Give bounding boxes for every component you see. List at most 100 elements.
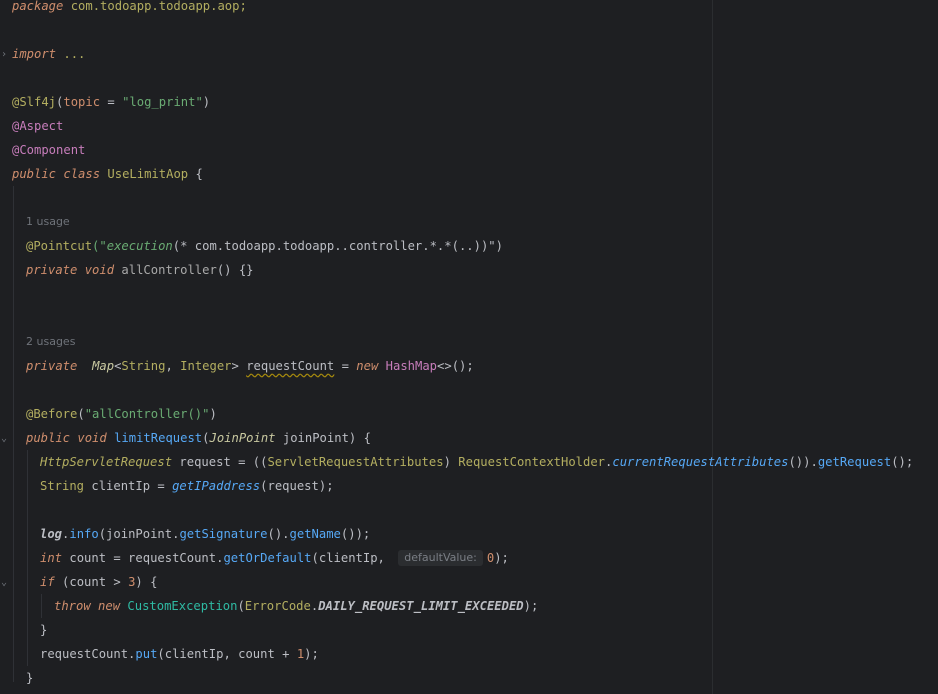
code-text: ) bbox=[443, 455, 459, 469]
type-name: HttpServletRequest bbox=[40, 455, 173, 469]
string-literal: (" bbox=[92, 239, 107, 253]
pointcut-expression: (* com.todoapp.todoapp..controller.*.*(.… bbox=[172, 239, 496, 253]
code-line-import[interactable]: import ... bbox=[12, 42, 85, 66]
code-text: (clientIp, count + bbox=[157, 647, 297, 661]
code-line-request[interactable]: HttpServletRequest request = ((ServletRe… bbox=[40, 450, 913, 474]
indent-guide bbox=[13, 186, 14, 682]
code-line-method-allcontroller[interactable]: private void allController() {} bbox=[26, 258, 254, 282]
keyword: new bbox=[98, 599, 121, 613]
code-line-method-limitrequest[interactable]: public void limitRequest(JoinPoint joinP… bbox=[26, 426, 371, 450]
code-line-throw[interactable]: throw new CustomException(ErrorCode. DAIL… bbox=[54, 594, 538, 618]
code-text: (joinPoint. bbox=[98, 527, 180, 541]
punct: ()); bbox=[340, 527, 371, 541]
punct: ) bbox=[209, 407, 217, 421]
punct: > bbox=[231, 359, 247, 373]
keyword: private bbox=[26, 359, 78, 373]
code-text: (clientIp, bbox=[311, 551, 393, 565]
punct: ); bbox=[304, 647, 319, 661]
method-call: put bbox=[135, 647, 158, 661]
method-call: getRequest bbox=[817, 455, 892, 469]
method-call: getIPaddress bbox=[172, 479, 261, 493]
fold-arrow-icon[interactable]: ⌄ bbox=[0, 576, 8, 588]
punct: } bbox=[40, 623, 48, 637]
type-name: CustomException bbox=[127, 599, 238, 613]
field-name-warning[interactable]: requestCount bbox=[246, 360, 334, 372]
punct: . bbox=[605, 455, 613, 469]
code-vision-usages[interactable]: 2 usages bbox=[26, 330, 75, 354]
method-call: info bbox=[69, 527, 99, 541]
punct: (); bbox=[891, 455, 914, 469]
code-line-close-method[interactable]: } bbox=[26, 666, 33, 690]
method-name: allController bbox=[121, 263, 217, 277]
method-name: limitRequest bbox=[114, 431, 203, 445]
code-line-clientip[interactable]: String clientIp = getIPaddress (request); bbox=[40, 474, 334, 498]
code-line-close-if[interactable]: } bbox=[40, 618, 47, 642]
class-name: UseLimitAop bbox=[107, 167, 189, 181]
keyword: public bbox=[26, 431, 71, 445]
code-line-log[interactable]: log. info (joinPoint. getSignature (). getNam… bbox=[40, 522, 370, 546]
code-line-annotation-slf4j[interactable]: @Slf4j(topic = "log_print") bbox=[12, 90, 210, 114]
code-line-pointcut[interactable]: @Pointcut (" execution (* com.todoapp.todoa… bbox=[26, 234, 503, 258]
keyword: void bbox=[77, 431, 107, 445]
type-name: String bbox=[40, 479, 85, 493]
code-editor[interactable]: › ⌄ ⌄ package com.todoapp.todoapp.aop; i… bbox=[0, 0, 938, 694]
code-line-annotation-component[interactable]: @Component bbox=[12, 138, 85, 162]
params: joinPoint) { bbox=[275, 431, 371, 445]
punct: ) { bbox=[135, 575, 158, 589]
code-line-count[interactable]: int count = requestCount. getOrDefault (cl… bbox=[40, 546, 509, 570]
method-call: getSignature bbox=[179, 527, 268, 541]
keyword: new bbox=[356, 359, 379, 373]
fold-arrow-icon[interactable]: › bbox=[0, 48, 8, 60]
indent-guide bbox=[41, 594, 42, 618]
type-name: HashMap bbox=[385, 359, 438, 373]
keyword: int bbox=[40, 551, 63, 565]
fold-arrow-icon[interactable]: ⌄ bbox=[0, 432, 8, 444]
annotation-attr: topic bbox=[63, 95, 101, 109]
right-margin-guide bbox=[712, 0, 713, 694]
code-line-field-requestcount[interactable]: private Map < String, Integer > requestCoun… bbox=[26, 354, 474, 378]
pointcut-designator: execution bbox=[106, 239, 173, 253]
punct: ( bbox=[237, 599, 245, 613]
code-line-before[interactable]: @Before("allController()") bbox=[26, 402, 217, 426]
annotation: @Aspect bbox=[12, 119, 64, 133]
keyword: package bbox=[12, 0, 64, 13]
keyword: public bbox=[12, 167, 57, 181]
keyword: import bbox=[12, 47, 57, 61]
code-line-class-decl[interactable]: public class UseLimitAop { bbox=[12, 162, 203, 186]
punct: = bbox=[334, 359, 357, 373]
punct: ( bbox=[56, 95, 64, 109]
enum-constant: DAILY_REQUEST_LIMIT_EXCEEDED bbox=[318, 599, 524, 613]
punct: ) bbox=[202, 95, 211, 109]
punct: , bbox=[165, 359, 181, 373]
type-name: ErrorCode bbox=[244, 599, 311, 613]
method-call: getOrDefault bbox=[223, 551, 312, 565]
code-text: (request); bbox=[260, 479, 334, 493]
method-call: getName bbox=[289, 527, 341, 541]
code-text: count = requestCount. bbox=[62, 551, 224, 565]
punct: <>(); bbox=[437, 359, 474, 373]
usage-count[interactable]: 2 usages bbox=[26, 336, 75, 348]
keyword: throw bbox=[54, 599, 91, 613]
usage-count[interactable]: 1 usage bbox=[26, 216, 70, 228]
keyword: private bbox=[26, 263, 78, 277]
type-name: Map bbox=[92, 359, 115, 373]
number-literal: 3 bbox=[128, 575, 136, 589]
folded-imports[interactable]: ... bbox=[56, 48, 85, 60]
code-line-annotation-aspect[interactable]: @Aspect bbox=[12, 114, 63, 138]
code-line-package[interactable]: package com.todoapp.todoapp.aop; bbox=[12, 0, 247, 18]
code-text: (). bbox=[267, 527, 290, 541]
code-text: ()). bbox=[788, 455, 818, 469]
code-vision-usages[interactable]: 1 usage bbox=[26, 210, 70, 234]
code-text: clientIp = bbox=[84, 479, 173, 493]
number-literal: 1 bbox=[296, 647, 305, 661]
punct: ); bbox=[523, 599, 539, 613]
punct: { bbox=[188, 167, 203, 181]
code-line-if[interactable]: if (count > 3) { bbox=[40, 570, 157, 594]
string-literal: "allController()" bbox=[84, 407, 210, 421]
number-literal: 0 bbox=[486, 551, 495, 565]
parameter-hint: defaultValue: bbox=[398, 550, 483, 566]
punct: ( bbox=[77, 407, 85, 421]
keyword: if bbox=[40, 575, 55, 589]
code-line-put[interactable]: requestCount. put (clientIp, count + 1); bbox=[40, 642, 319, 666]
annotation: @Pointcut bbox=[26, 239, 93, 253]
